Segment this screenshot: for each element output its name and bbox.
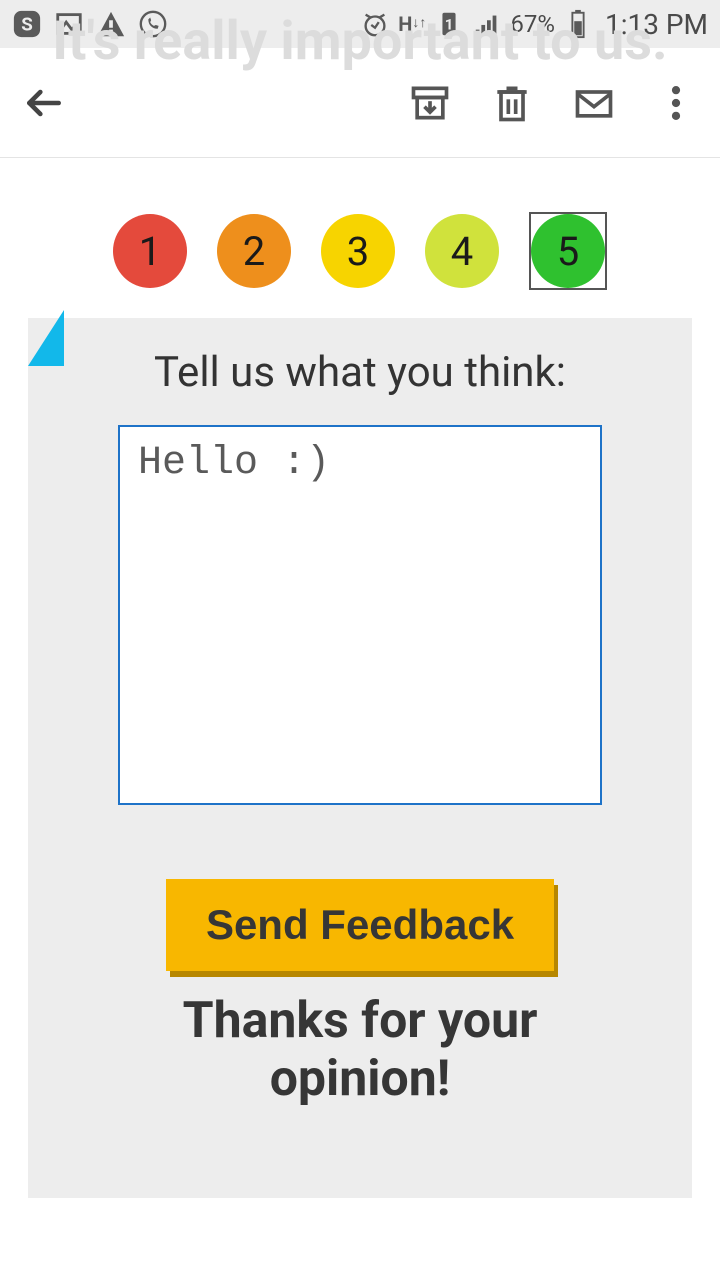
alarm-icon: [360, 9, 390, 39]
rating-selector: 12345: [0, 212, 720, 290]
rating-option-4[interactable]: 4: [425, 214, 499, 288]
sim-icon: 1: [434, 9, 464, 39]
svg-text:1: 1: [445, 16, 454, 34]
feedback-card: Tell us what you think: Send Feedback Th…: [28, 318, 692, 1198]
svg-text:S: S: [21, 14, 33, 36]
send-feedback-button[interactable]: Send Feedback: [166, 879, 554, 971]
app-toolbar: [0, 48, 720, 158]
skype-icon: S: [12, 9, 42, 39]
data-h-icon: H↓↑: [398, 9, 426, 39]
rating-option-5[interactable]: 5: [531, 214, 605, 288]
warning-icon: [96, 9, 126, 39]
viber-icon: [138, 9, 168, 39]
thanks-message: Thanks for your opinion!: [118, 993, 602, 1108]
battery-icon: [563, 9, 593, 39]
battery-percent: 67%: [510, 10, 555, 38]
feedback-prompt: Tell us what you think:: [118, 348, 602, 397]
network-label: H: [398, 16, 412, 32]
rating-option-1[interactable]: 1: [113, 214, 187, 288]
archive-button[interactable]: [402, 75, 458, 131]
back-button[interactable]: [16, 75, 72, 131]
signal-icon: [472, 9, 502, 39]
delete-button[interactable]: [484, 75, 540, 131]
clock: 1:13 PM: [605, 8, 708, 41]
mail-button[interactable]: [566, 75, 622, 131]
image-icon: [54, 9, 84, 39]
rating-option-3[interactable]: 3: [321, 214, 395, 288]
feedback-textarea[interactable]: [118, 425, 602, 805]
status-bar: S H↓↑ 1 67% 1:13 PM: [0, 0, 720, 48]
rating-option-2[interactable]: 2: [217, 214, 291, 288]
rating-option-selected[interactable]: 5: [529, 212, 607, 290]
overflow-menu-button[interactable]: [648, 75, 704, 131]
card-corner-accent: [28, 310, 64, 366]
